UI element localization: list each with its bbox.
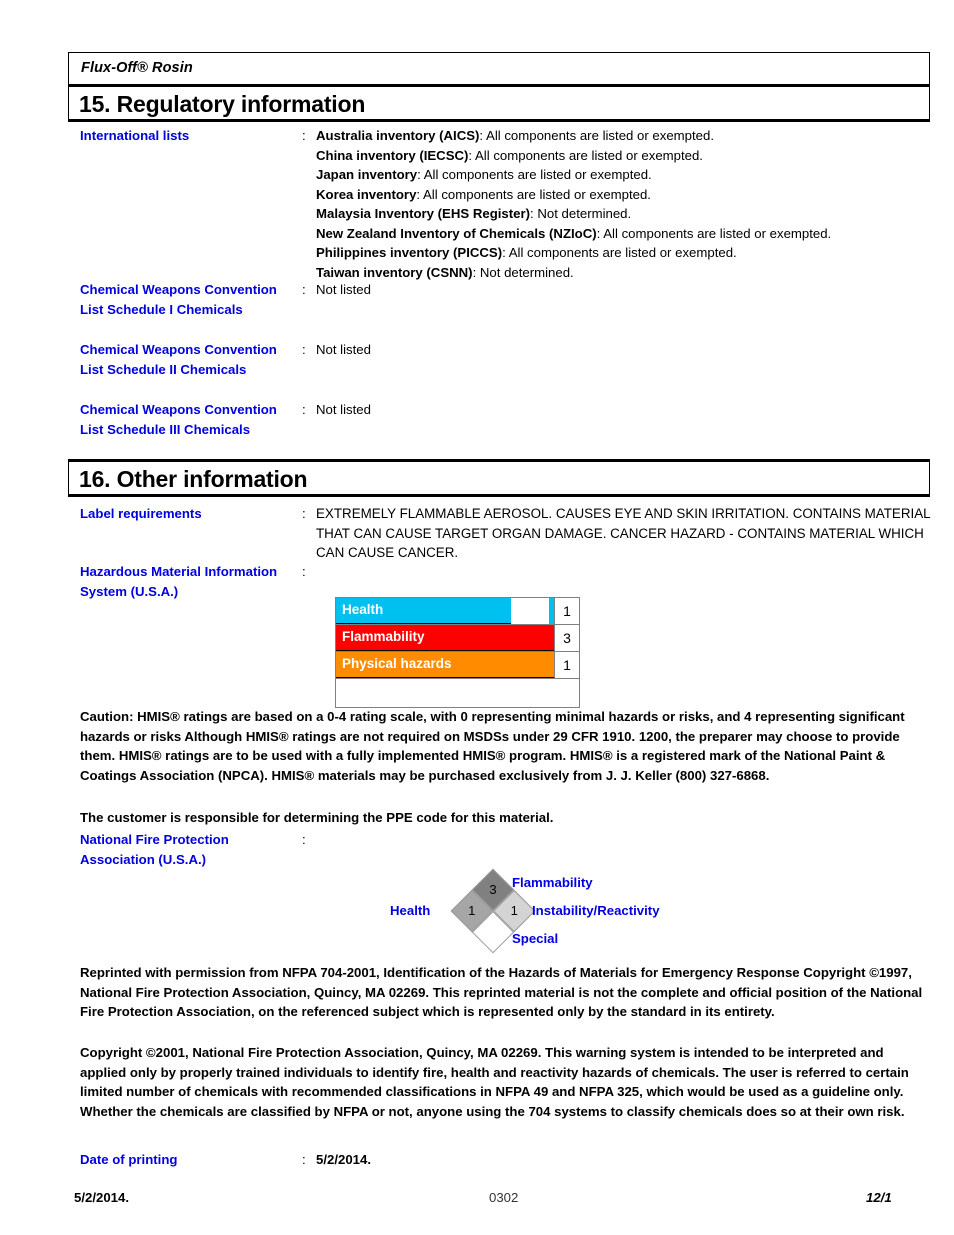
inventory-value: : All components are listed or exempted. xyxy=(502,245,737,260)
inventory-name: China inventory (IECSC) xyxy=(316,147,469,163)
label-cwc-schedule-2: Chemical Weapons Convention List Schedul… xyxy=(80,342,277,377)
inventory-entry: Australia inventory (AICS): All componen… xyxy=(316,126,934,146)
hmis-label-health: Health xyxy=(342,602,384,617)
page-footer: 5/2/2014. 0302 12/1 xyxy=(0,1190,954,1214)
footer-date: 5/2/2014. xyxy=(74,1190,129,1205)
label-international-lists: International lists xyxy=(80,128,190,143)
inventory-entry: New Zealand Inventory of Chemicals (NZIo… xyxy=(316,224,934,244)
nfpa-label-flammability: Flammability xyxy=(512,875,593,890)
label-cwc-schedule-1: Chemical Weapons Convention List Schedul… xyxy=(80,282,277,317)
colon-cwc-schedule-2: : xyxy=(302,342,306,357)
hmis-bar-flammability: Flammability xyxy=(336,625,556,651)
inventory-value: : All components are listed or exempted. xyxy=(416,186,651,202)
footer-document-number: 0302 xyxy=(489,1190,519,1205)
inventory-entry: Philippines inventory (PICCS): All compo… xyxy=(316,243,934,263)
product-name-bar: Flux-Off® Rosin xyxy=(68,52,930,84)
label-date-of-printing: Date of printing xyxy=(80,1152,178,1167)
section-16-header: 16. Other information xyxy=(68,459,930,497)
label-label-requirements: Label requirements xyxy=(80,506,202,521)
colon-label-requirements: : xyxy=(302,506,306,521)
inventory-entry: China inventory (IECSC): All components … xyxy=(316,146,934,166)
inventory-entry: Japan inventory: All components are list… xyxy=(316,165,934,185)
inventory-name: Australia inventory (AICS) xyxy=(316,128,480,143)
value-cwc-schedule-1: Not listed xyxy=(316,282,371,297)
value-cwc-schedule-2: Not listed xyxy=(316,342,371,357)
nfpa-label-instability: Instability/Reactivity xyxy=(532,903,660,918)
inventory-value: : Not determined. xyxy=(530,206,632,221)
product-name: Flux-Off® Rosin xyxy=(81,60,193,76)
inventory-name: Japan inventory xyxy=(316,167,418,182)
inventory-value: : All components are listed or exempted. xyxy=(596,225,832,241)
inventory-name: New Zealand Inventory of Chemicals (NZIo… xyxy=(316,225,597,241)
inventory-name: Malaysia Inventory (EHS Register) xyxy=(316,206,531,221)
inventory-entry: Malaysia Inventory (EHS Register): Not d… xyxy=(316,204,934,224)
hmis-bar-physical-hazards: Physical hazards xyxy=(336,652,556,678)
hmis-rating-health: 1 xyxy=(554,598,579,624)
label-nfpa: National Fire Protection Association (U.… xyxy=(80,832,229,867)
value-international-lists: Australia inventory (AICS): All componen… xyxy=(316,126,934,282)
footer-page-number: 12/1 xyxy=(866,1190,892,1205)
inventory-value: : All components are listed or exempted. xyxy=(417,167,652,182)
section-15-header: 15. Regulatory information xyxy=(68,84,930,122)
value-label-requirements: EXTREMELY FLAMMABLE AEROSOL. CAUSES EYE … xyxy=(316,506,931,560)
inventory-name: Korea inventory xyxy=(316,186,417,202)
colon-cwc-schedule-1: : xyxy=(302,282,306,297)
hmis-row-ppe xyxy=(336,679,579,707)
hmis-bar-health: Health xyxy=(336,598,511,624)
hmis-label-physical-hazards: Physical hazards xyxy=(342,656,452,671)
colon-cwc-schedule-3: : xyxy=(302,402,306,417)
inventory-name: Philippines inventory (PICCS) xyxy=(316,245,503,260)
hmis-label-flammability: Flammability xyxy=(342,629,425,644)
nfpa-label-special: Special xyxy=(512,931,559,946)
inventory-value: : Not determined. xyxy=(472,264,574,280)
colon-nfpa: : xyxy=(302,832,306,847)
colon-international-lists: : xyxy=(302,128,306,143)
nfpa-value-instability: 1 xyxy=(510,903,518,918)
label-cwc-schedule-3: Chemical Weapons Convention List Schedul… xyxy=(80,402,277,437)
hmis-rating-table: Health 1 Flammability 3 Physical hazards… xyxy=(335,597,580,708)
section-15-title: 15. Regulatory information xyxy=(79,91,366,117)
inventory-value: : All components are listed or exempted. xyxy=(468,147,703,163)
section-16-title: 16. Other information xyxy=(79,466,308,492)
hmis-rating-flammability: 3 xyxy=(554,625,579,651)
hmis-row-physical-hazards: Physical hazards 1 xyxy=(336,652,579,679)
colon-date-of-printing: : xyxy=(302,1152,306,1167)
inventory-entry: Korea inventory: All components are list… xyxy=(316,185,934,205)
hmis-rating-physical-hazards: 1 xyxy=(554,652,579,678)
colon-hmis: : xyxy=(302,564,306,579)
hmis-caution-paragraph: Caution: HMIS® ratings are based on a 0-… xyxy=(80,709,905,783)
nfpa-copyright-notice: Copyright ©2001, National Fire Protectio… xyxy=(80,1045,909,1119)
ppe-responsibility-note: The customer is responsible for determin… xyxy=(80,810,554,825)
nfpa-label-health: Health xyxy=(390,903,431,918)
nfpa-reprint-notice: Reprinted with permission from NFPA 704-… xyxy=(80,965,923,1020)
label-hmis: Hazardous Material Information System (U… xyxy=(80,564,278,599)
inventory-name: Taiwan inventory (CSNN) xyxy=(316,264,473,280)
document-page: Flux-Off® Rosin 15. Regulatory informati… xyxy=(0,0,954,1235)
hmis-row-flammability: Flammability 3 xyxy=(336,625,579,652)
value-cwc-schedule-3: Not listed xyxy=(316,402,371,417)
value-date-of-printing: 5/2/2014. xyxy=(316,1152,371,1167)
hmis-row-health: Health 1 xyxy=(336,598,579,625)
inventory-value: : All components are listed or exempted. xyxy=(479,128,714,143)
